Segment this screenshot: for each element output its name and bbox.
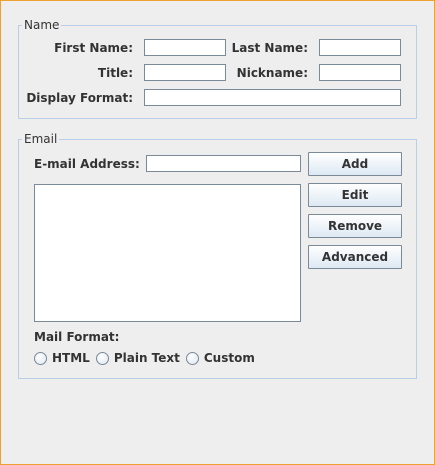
radio-plain-text[interactable]: Plain Text (95, 351, 180, 365)
email-list[interactable] (34, 184, 301, 322)
display-format-label: Display Format: (26, 91, 133, 105)
nickname-field[interactable] (319, 64, 401, 81)
radio-plain-text-circle[interactable] (95, 351, 109, 365)
nickname-label: Nickname: (236, 66, 308, 80)
radio-plain-text-label: Plain Text (113, 351, 180, 365)
remove-button[interactable]: Remove (308, 214, 402, 238)
mail-format-label: Mail Format: (34, 330, 120, 344)
display-format-field[interactable] (144, 89, 401, 106)
email-address-label: E-mail Address: (34, 157, 140, 171)
email-address-field[interactable] (146, 155, 301, 172)
first-name-label: First Name: (54, 41, 133, 55)
radio-html-circle[interactable] (34, 351, 47, 365)
radio-html-label: HTML (52, 351, 90, 365)
last-name-field[interactable] (319, 39, 401, 56)
radio-custom-circle[interactable] (185, 351, 199, 365)
radio-html[interactable]: HTML (34, 351, 90, 365)
mail-format-radio-group: HTML Plain Text Custom (34, 351, 261, 365)
edit-button[interactable]: Edit (308, 183, 402, 207)
advanced-button[interactable]: Advanced (308, 245, 402, 269)
window-frame: Name First Name: Last Name: Title: Nickn… (0, 0, 435, 465)
add-button[interactable]: Add (308, 152, 402, 176)
radio-custom-label: Custom (203, 351, 255, 365)
last-name-label: Last Name: (231, 41, 308, 55)
title-label: Title: (97, 66, 133, 80)
email-group-legend: Email (22, 132, 60, 146)
title-field[interactable] (144, 64, 226, 81)
name-group-legend: Name (22, 18, 62, 32)
radio-custom[interactable]: Custom (185, 351, 255, 365)
first-name-field[interactable] (144, 39, 226, 56)
